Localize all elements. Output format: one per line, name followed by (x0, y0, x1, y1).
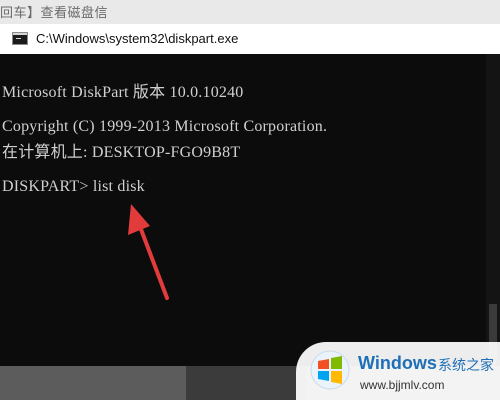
console-line-copyright: Copyright (C) 1999-2013 Microsoft Corpor… (2, 118, 328, 135)
console-line-version: Microsoft DiskPart 版本 10.0.10240 (2, 84, 244, 101)
windows-logo-icon (310, 350, 350, 390)
tutorial-caption: 回车】查看磁盘信 (0, 6, 109, 21)
top-caption-strip: 回车】查看磁盘信 (0, 0, 500, 24)
window-title: C:\Windows\system32\diskpart.exe (36, 31, 239, 46)
watermark-url: www.bjjmlv.com (360, 378, 445, 392)
console-output[interactable]: Microsoft DiskPart 版本 10.0.10240 Copyrig… (0, 54, 500, 366)
watermark-brand: Windows (358, 353, 437, 373)
site-watermark: Windows 系统之家 www.bjjmlv.com (296, 342, 500, 400)
taskbar-segment (186, 366, 306, 400)
watermark-brand-cn: 系统之家 (438, 358, 494, 374)
console-scrollbar[interactable] (486, 54, 500, 366)
console-window-icon (12, 32, 28, 45)
console-line-computer: 在计算机上: DESKTOP-FGO9B8T (2, 144, 241, 161)
window-titlebar[interactable]: C:\Windows\system32\diskpart.exe (0, 24, 500, 54)
console-line-command: DISKPART> list disk (2, 178, 145, 195)
diskpart-window[interactable]: C:\Windows\system32\diskpart.exe Microso… (0, 24, 500, 366)
